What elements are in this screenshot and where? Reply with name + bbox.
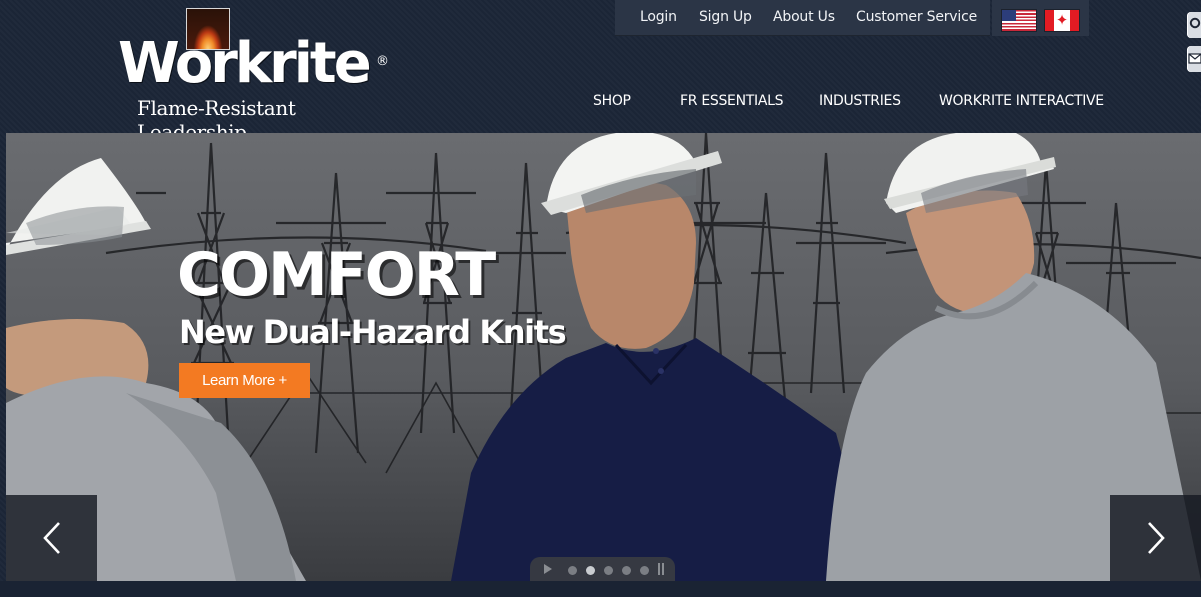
canada-flag-icon[interactable]: ✦ [1045,10,1079,31]
customer-service-link[interactable]: Customer Service [856,9,977,25]
slider-next-button[interactable] [1110,495,1201,581]
envelope-icon[interactable] [1187,46,1201,72]
main-nav: SHOP FR ESSENTIALS INDUSTRIES WORKRITE I… [0,93,1201,117]
nav-industries[interactable]: INDUSTRIES [819,93,901,109]
hero-slider: COMFORT New Dual-Hazard Knits Learn More… [6,133,1201,581]
registered-mark: ® [376,54,389,69]
nav-fr-essentials[interactable]: FR ESSENTIALS [680,93,784,109]
slider-dot[interactable] [640,566,649,575]
footer-strip [0,581,1201,597]
country-selector: ✦ [992,0,1089,36]
chevron-left-icon [42,522,60,554]
slider-dot[interactable] [568,566,577,575]
logo-wordmark: Workrite [118,31,372,96]
search-icon[interactable] [1187,12,1201,38]
play-icon[interactable] [544,564,552,574]
hero-photo [6,133,1201,581]
slider-prev-button[interactable] [6,495,97,581]
slider-dot[interactable] [604,566,613,575]
login-link[interactable]: Login [640,9,677,25]
utility-nav: Login Sign Up About Us Customer Service [615,0,990,36]
sign-up-link[interactable]: Sign Up [699,9,752,25]
nav-shop[interactable]: SHOP [593,93,631,109]
slider-dot[interactable] [622,566,631,575]
slider-dot[interactable] [586,566,595,575]
pause-icon[interactable] [658,563,660,575]
us-flag-icon[interactable] [1002,10,1036,31]
side-tabs [1187,12,1201,80]
hero-subtitle: New Dual-Hazard Knits [179,313,567,351]
slider-pagination [530,557,675,581]
nav-workrite-interactive[interactable]: WORKRITE INTERACTIVE [939,93,1104,109]
chevron-right-icon [1147,522,1165,554]
learn-more-button[interactable]: Learn More + [179,363,310,398]
hero-title: COMFORT [177,240,496,310]
about-us-link[interactable]: About Us [773,9,835,25]
